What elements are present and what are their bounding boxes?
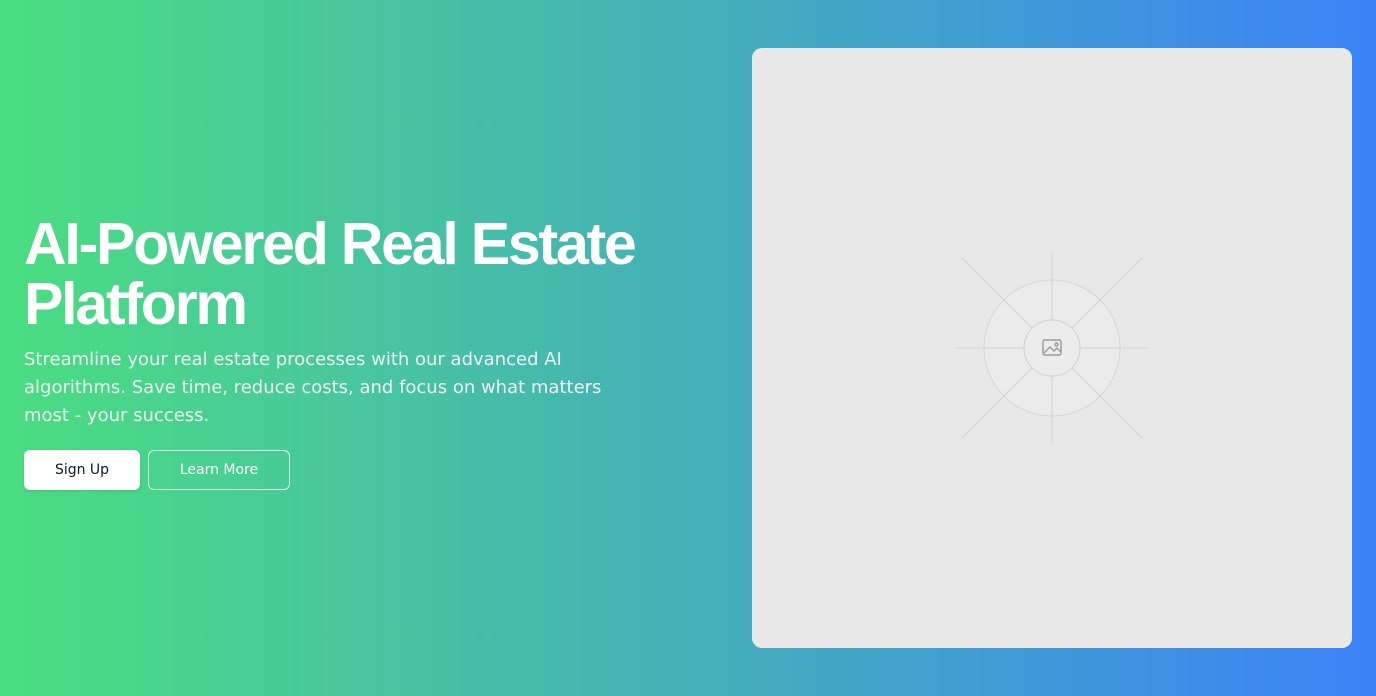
placeholder-graphic (957, 253, 1147, 443)
hero-button-row: Sign Up Learn More (24, 450, 704, 490)
hero-subtitle: Streamline your real estate processes wi… (24, 349, 602, 426)
sign-up-button[interactable]: Sign Up (24, 450, 140, 490)
hero-section: AI-Powered Real Estate Platform Streamli… (0, 0, 1376, 696)
learn-more-button[interactable]: Learn More (148, 450, 290, 490)
hero-title: AI-Powered Real Estate Platform (24, 211, 637, 337)
hero-image-placeholder (752, 48, 1352, 648)
hero-content: AI-Powered Real Estate Platform Streamli… (24, 214, 704, 490)
